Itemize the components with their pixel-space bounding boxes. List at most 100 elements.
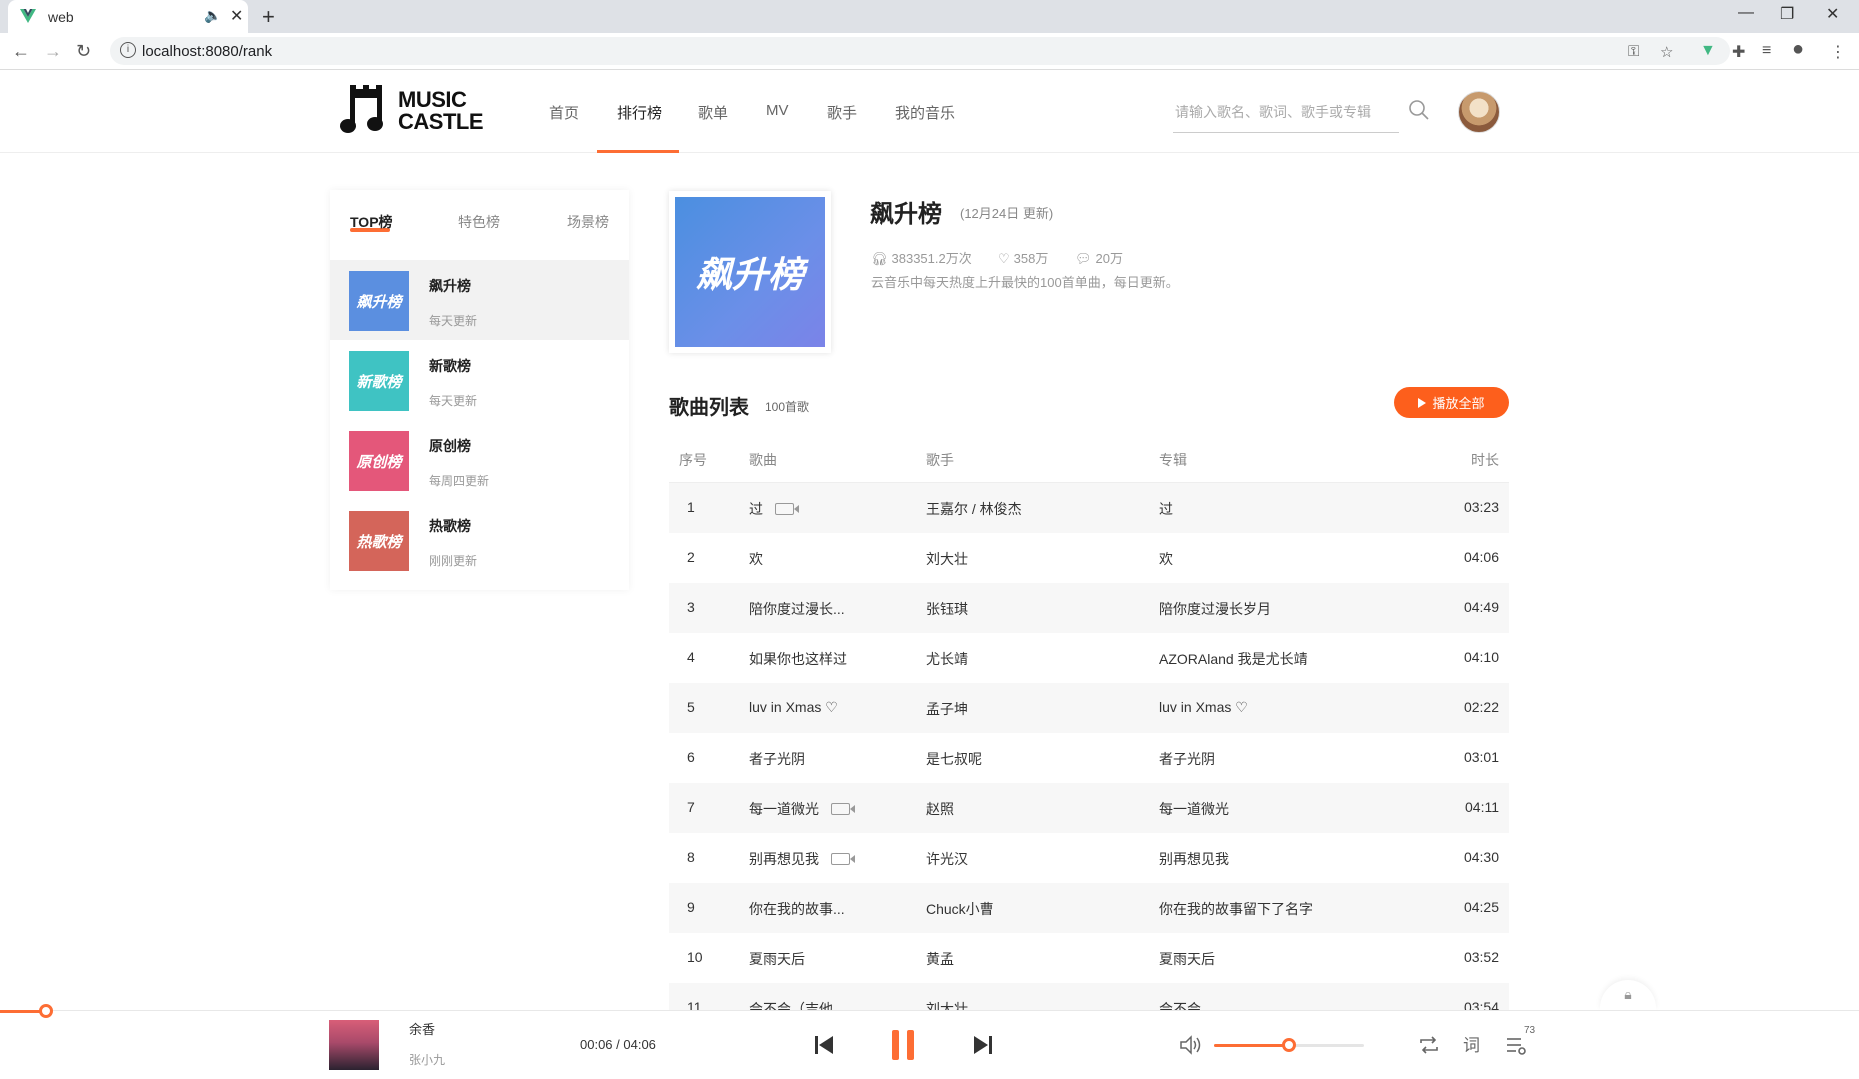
- song-name[interactable]: 每一道微光: [749, 801, 819, 817]
- lyrics-button[interactable]: 词: [1463, 1031, 1480, 1056]
- table-row[interactable]: 2 欢 刘大壮 欢 04:06: [669, 533, 1509, 583]
- table-row[interactable]: 1 过 王嘉尔 / 林俊杰 过 03:23: [669, 483, 1509, 533]
- heart-icon[interactable]: ♡: [998, 251, 1010, 267]
- song-name[interactable]: 你在我的故事...: [749, 901, 845, 917]
- info-icon[interactable]: i: [120, 42, 136, 58]
- song-album[interactable]: 你在我的故事留下了名字: [1159, 899, 1313, 919]
- song-name[interactable]: 者子光阴: [749, 751, 805, 767]
- song-album[interactable]: luv in Xmas ♡: [1159, 699, 1248, 716]
- song-artist[interactable]: 王嘉尔 / 林俊杰: [926, 499, 1022, 519]
- nav-rank[interactable]: 排行榜: [617, 102, 662, 123]
- extensions-icon[interactable]: ✚: [1732, 42, 1745, 62]
- repeat-icon[interactable]: [1417, 1033, 1441, 1057]
- table-row[interactable]: 7 每一道微光 赵照 每一道微光 04:11: [669, 783, 1509, 833]
- table-row[interactable]: 10 夏雨天后 黄孟 夏雨天后 03:52: [669, 933, 1509, 983]
- mv-icon[interactable]: [831, 853, 855, 865]
- song-name[interactable]: 会不会（吉他...: [749, 1001, 845, 1010]
- media-icon[interactable]: ≡: [1762, 42, 1771, 60]
- song-artist[interactable]: Chuck小曹: [926, 899, 994, 919]
- reload-icon[interactable]: ↻: [76, 41, 91, 62]
- now-playing-artist[interactable]: 张小九: [409, 1051, 445, 1068]
- address-bar[interactable]: i localhost:8080/rank ⚿ ☆: [110, 37, 1730, 65]
- table-row[interactable]: 3 陪你度过漫长... 张钰琪 陪你度过漫长岁月 04:49: [669, 583, 1509, 633]
- table-row[interactable]: 8 别再想见我 许光汉 别再想见我 04:30: [669, 833, 1509, 883]
- song-album[interactable]: 过: [1159, 499, 1173, 519]
- previous-icon[interactable]: [814, 1034, 834, 1056]
- song-album[interactable]: AZORAland 我是尤长靖: [1159, 649, 1308, 669]
- volume-slider[interactable]: [1214, 1038, 1364, 1052]
- tab-top[interactable]: TOP榜: [350, 212, 393, 232]
- table-row[interactable]: 5 luv in Xmas ♡ 孟子坤 luv in Xmas ♡ 02:22: [669, 683, 1509, 733]
- now-playing-cover[interactable]: [329, 1020, 379, 1070]
- table-row[interactable]: 6 者子光阴 是七叔呢 者子光阴 03:01: [669, 733, 1509, 783]
- table-row[interactable]: 9 你在我的故事... Chuck小曹 你在我的故事留下了名字 04:25: [669, 883, 1509, 933]
- song-name[interactable]: 陪你度过漫长...: [749, 601, 845, 617]
- search-input[interactable]: [1173, 95, 1373, 129]
- song-name[interactable]: 过: [749, 501, 763, 517]
- song-album[interactable]: 陪你度过漫长岁月: [1159, 599, 1271, 619]
- vue-devtools-icon[interactable]: ▼: [1700, 42, 1716, 60]
- forward-icon[interactable]: →: [44, 41, 62, 62]
- pause-icon[interactable]: [890, 1028, 916, 1062]
- avatar[interactable]: [1458, 91, 1500, 133]
- mv-icon[interactable]: [775, 503, 799, 515]
- window-close-icon[interactable]: ✕: [1826, 4, 1839, 24]
- search-icon[interactable]: [1408, 99, 1430, 121]
- menu-icon[interactable]: ⋮: [1830, 42, 1846, 62]
- song-name[interactable]: 别再想见我: [749, 851, 819, 867]
- song-artist[interactable]: 是七叔呢: [926, 749, 982, 769]
- now-playing-title[interactable]: 余香: [409, 1019, 435, 1038]
- rank-item[interactable]: 新歌榜 新歌榜 每天更新: [330, 340, 629, 420]
- song-artist[interactable]: 许光汉: [926, 849, 968, 869]
- nav-my-music[interactable]: 我的音乐: [895, 102, 955, 123]
- browser-tab[interactable]: web 🔈 ✕: [8, 0, 248, 33]
- song-album[interactable]: 别再想见我: [1159, 849, 1229, 869]
- tab-feature[interactable]: 特色榜: [458, 212, 500, 232]
- rank-item[interactable]: 热歌榜 热歌榜 刚刚更新: [330, 500, 629, 580]
- nav-playlist[interactable]: 歌单: [698, 102, 728, 123]
- key-icon[interactable]: ⚿: [1628, 43, 1639, 60]
- url-text[interactable]: localhost:8080/rank: [142, 43, 272, 60]
- song-artist[interactable]: 张钰琪: [926, 599, 968, 619]
- song-album[interactable]: 者子光阴: [1159, 749, 1215, 769]
- song-name[interactable]: luv in Xmas ♡: [749, 699, 838, 715]
- song-artist[interactable]: 刘大壮: [926, 549, 968, 569]
- star-icon[interactable]: ☆: [1660, 43, 1673, 61]
- song-name[interactable]: 如果你也这样过: [749, 651, 847, 667]
- volume-icon[interactable]: [1179, 1035, 1203, 1055]
- next-icon[interactable]: [973, 1034, 993, 1056]
- song-album[interactable]: 欢: [1159, 549, 1173, 569]
- table-row[interactable]: 4 如果你也这样过 尤长靖 AZORAland 我是尤长靖 04:10: [669, 633, 1509, 683]
- logo[interactable]: MUSIC CASTLE: [340, 85, 484, 137]
- restore-icon[interactable]: ❐: [1780, 4, 1794, 24]
- profile-icon[interactable]: ●: [1792, 38, 1804, 61]
- progress-handle[interactable]: [39, 1004, 54, 1018]
- rank-item[interactable]: 飙升榜 飙升榜 每天更新: [330, 260, 629, 340]
- song-album[interactable]: 每一道微光: [1159, 799, 1229, 819]
- song-name[interactable]: 夏雨天后: [749, 951, 805, 967]
- play-all-button[interactable]: 播放全部: [1394, 387, 1509, 418]
- table-row[interactable]: 11 会不会（吉他... 刘大壮 会不会 03:54: [669, 983, 1509, 1010]
- rank-item[interactable]: 原创榜 原创榜 每周四更新: [330, 420, 629, 500]
- song-artist[interactable]: 刘大壮: [926, 999, 968, 1010]
- nav-singer[interactable]: 歌手: [827, 102, 857, 123]
- tab-scene[interactable]: 场景榜: [567, 212, 609, 232]
- volume-handle[interactable]: [1282, 1038, 1296, 1052]
- song-album[interactable]: 会不会: [1159, 999, 1201, 1010]
- song-album[interactable]: 夏雨天后: [1159, 949, 1215, 969]
- close-icon[interactable]: ✕: [230, 6, 243, 26]
- nav-mv[interactable]: MV: [766, 102, 789, 119]
- minimize-icon[interactable]: —: [1738, 4, 1754, 22]
- song-artist[interactable]: 黄孟: [926, 949, 954, 969]
- song-artist[interactable]: 赵照: [926, 799, 954, 819]
- new-tab-button[interactable]: +: [262, 4, 275, 30]
- nav-home[interactable]: 首页: [549, 102, 579, 123]
- song-name[interactable]: 欢: [749, 551, 763, 567]
- playlist-icon[interactable]: [1504, 1033, 1528, 1057]
- speaker-icon[interactable]: 🔈: [204, 7, 221, 24]
- lock-icon[interactable]: 🔒︎: [1600, 980, 1656, 1010]
- song-artist[interactable]: 孟子坤: [926, 699, 968, 719]
- comment-icon[interactable]: 💬︎: [1075, 251, 1092, 267]
- mv-icon[interactable]: [831, 803, 855, 815]
- song-artist[interactable]: 尤长靖: [926, 649, 968, 669]
